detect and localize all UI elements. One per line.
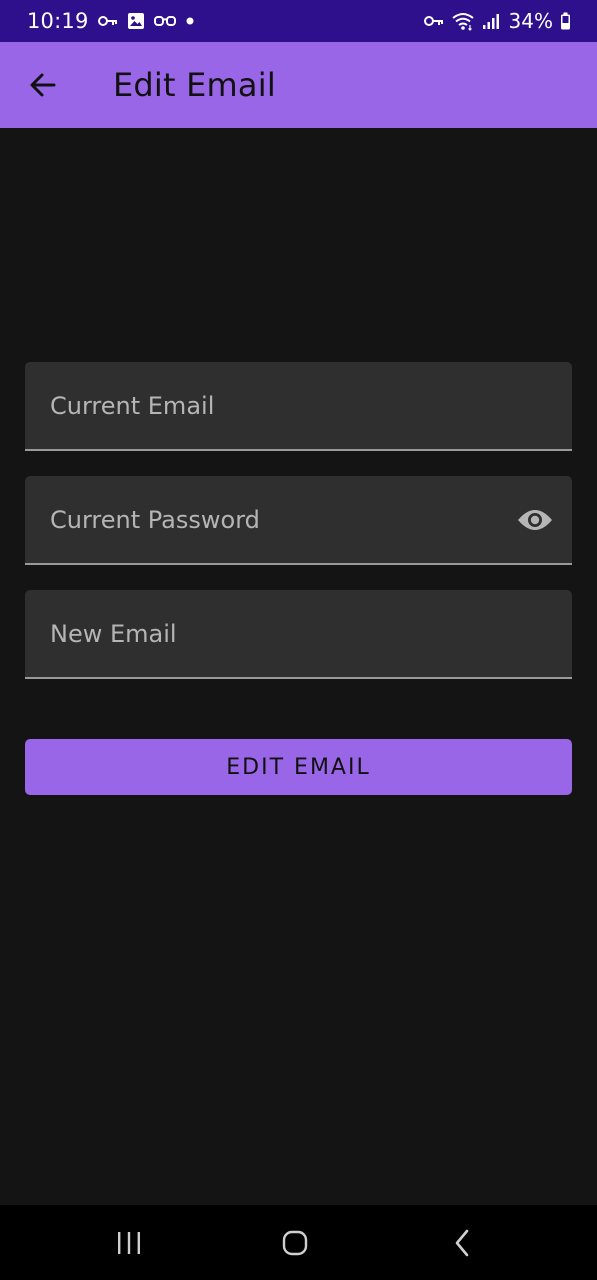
page-title: Edit Email [113,66,276,104]
app-bar: Edit Email [0,42,597,128]
key-icon [423,15,444,27]
new-email-input[interactable] [25,590,572,677]
image-icon [127,12,145,30]
home-icon [282,1230,308,1256]
battery-icon [560,12,571,30]
edit-email-screen: 10:19 34% Edit Email Current Email New E… [0,0,597,1280]
new-email-field[interactable] [25,590,572,679]
recents-button[interactable] [109,1227,149,1259]
arrow-back-icon [30,73,56,97]
battery-percentage: 34% [508,9,553,33]
status-time: 10:19 [27,9,89,33]
status-bar: 10:19 34% [0,0,597,42]
nav-back-button[interactable] [443,1227,483,1259]
current-password-input[interactable] [25,476,572,563]
status-right-group: 34% [423,9,571,33]
back-button[interactable] [18,62,68,108]
wifi-icon [451,11,475,31]
recents-icon [118,1232,140,1254]
edit-email-button[interactable]: EDIT EMAIL [25,739,572,795]
current-email-input[interactable] [25,362,572,449]
status-left-group: 10:19 [27,9,195,33]
system-nav-bar [0,1205,597,1280]
home-button[interactable] [275,1227,315,1259]
signal-icon [482,12,500,30]
glasses-icon [153,15,176,27]
key-icon [97,15,118,27]
current-password-field[interactable] [25,476,572,565]
eye-icon [518,510,552,530]
current-email-field[interactable] [25,362,572,451]
dot-icon [185,16,195,26]
toggle-password-visibility-button[interactable] [516,503,554,537]
back-icon [455,1229,469,1257]
